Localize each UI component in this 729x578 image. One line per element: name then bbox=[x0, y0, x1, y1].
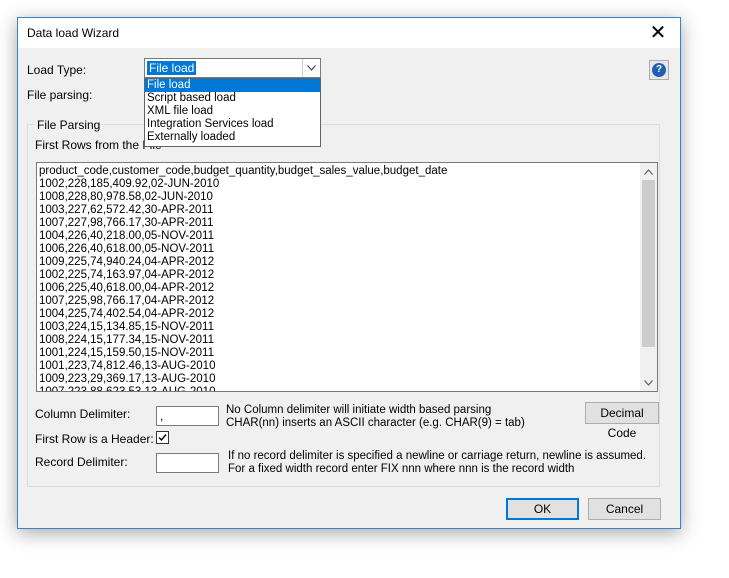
file-preview-line: 1006,225,40,618.00,04-APR-2012 bbox=[39, 282, 215, 294]
file-preview-line: 1007,227,98,766.17,30-APR-2011 bbox=[39, 217, 214, 229]
file-preview-line: 1007,225,98,766.17,04-APR-2012 bbox=[39, 295, 215, 307]
load-type-option[interactable]: Script based load bbox=[145, 92, 320, 105]
file-preview-line: 1006,226,40,618.00,05-NOV-2011 bbox=[39, 243, 214, 255]
first-row-header-label: First Row is a Header: bbox=[35, 432, 154, 446]
load-type-label: Load Type: bbox=[27, 63, 87, 77]
first-rows-label: First Rows from the File bbox=[35, 138, 162, 152]
load-type-option[interactable]: Externally loaded bbox=[145, 131, 320, 144]
file-preview-line: 1001,223,74,812.46,13-AUG-2010 bbox=[39, 360, 216, 372]
scroll-up-icon[interactable] bbox=[640, 163, 657, 180]
column-delimiter-hint-1: No Column delimiter will initiate width … bbox=[226, 404, 492, 416]
record-delimiter-hint-1: If no record delimiter is specified a ne… bbox=[228, 450, 647, 462]
file-preview-line: 1002,228,185,409.92,02-JUN-2010 bbox=[39, 178, 220, 190]
file-parsing-label: File parsing: bbox=[27, 88, 93, 102]
check-icon bbox=[158, 434, 167, 442]
file-preview-line: 1003,227,62,572.42,30-APR-2011 bbox=[39, 204, 214, 216]
first-row-header-checkbox[interactable] bbox=[156, 431, 169, 444]
file-preview-textarea[interactable]: product_code,customer_code,budget_quanti… bbox=[36, 162, 658, 392]
load-type-option[interactable]: Integration Services load bbox=[145, 118, 320, 131]
chevron-down-icon[interactable] bbox=[302, 59, 320, 77]
title-bar: Data load Wizard ✕ bbox=[18, 18, 680, 48]
file-preview-line: 1008,224,15,177.34,15-NOV-2011 bbox=[39, 334, 214, 346]
window-title: Data load Wizard bbox=[27, 26, 120, 40]
ok-button[interactable]: OK bbox=[506, 498, 579, 520]
load-type-selected-value: File load bbox=[147, 61, 197, 75]
load-type-option[interactable]: File load bbox=[145, 79, 320, 92]
scrollbar-thumb[interactable] bbox=[642, 180, 655, 347]
file-preview-line: 1004,225,74,402.54,04-APR-2012 bbox=[39, 308, 215, 320]
help-icon: ? bbox=[652, 63, 666, 77]
file-preview-line: product_code,customer_code,budget_quanti… bbox=[39, 165, 448, 177]
cancel-button[interactable]: Cancel bbox=[588, 498, 661, 520]
close-icon: ✕ bbox=[649, 22, 667, 44]
close-button[interactable]: ✕ bbox=[636, 18, 680, 48]
file-parsing-group-title: File Parsing bbox=[35, 118, 103, 132]
file-preview-line: 1008,228,80,978.58,02-JUN-2010 bbox=[39, 191, 213, 203]
file-preview-line: 1003,224,15,134.85,15-NOV-2011 bbox=[39, 321, 214, 333]
help-button[interactable]: ? bbox=[649, 60, 669, 80]
column-delimiter-hint-2: CHAR(nn) inserts an ASCII character (e.g… bbox=[226, 417, 525, 429]
file-preview-line: 1002,225,74,163.97,04-APR-2012 bbox=[39, 269, 215, 281]
file-preview-line: 1009,225,74,940.24,04-APR-2012 bbox=[39, 256, 215, 268]
file-preview-line: 1001,224,15,159.50,15-NOV-2011 bbox=[39, 347, 214, 359]
decimal-code-button[interactable]: Decimal Code bbox=[585, 402, 659, 440]
load-type-option[interactable]: XML file load bbox=[145, 105, 320, 118]
file-preview-lines: product_code,customer_code,budget_quanti… bbox=[39, 165, 637, 392]
load-type-select[interactable]: File load bbox=[144, 58, 321, 78]
file-preview-line: 1007,223,88,623.53,13-AUG-2010 bbox=[39, 386, 216, 392]
column-delimiter-label: Column Delimiter: bbox=[35, 407, 131, 421]
column-delimiter-input[interactable]: , bbox=[156, 406, 219, 426]
record-delimiter-label: Record Delimiter: bbox=[35, 455, 128, 469]
file-preview-line: 1009,223,29,369.17,13-AUG-2010 bbox=[39, 373, 216, 385]
load-type-dropdown-list: File load Script based load XML file loa… bbox=[144, 78, 321, 147]
file-preview-line: 1004,226,40,218.00,05-NOV-2011 bbox=[39, 230, 214, 242]
vertical-scrollbar[interactable] bbox=[640, 163, 657, 391]
record-delimiter-hint-2: For a fixed width record enter FIX nnn w… bbox=[228, 463, 575, 475]
data-load-wizard-dialog: Data load Wizard ✕ Load Type: File load … bbox=[17, 17, 681, 529]
scroll-down-icon[interactable] bbox=[640, 374, 657, 391]
record-delimiter-input[interactable] bbox=[156, 453, 219, 473]
